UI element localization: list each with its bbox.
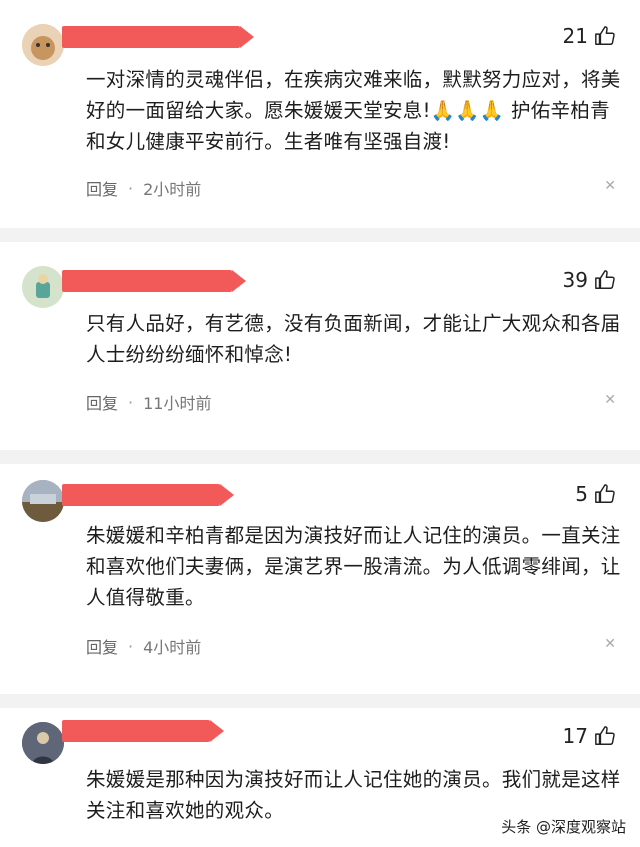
like-count-text: 39 xyxy=(562,268,588,292)
comment-text: 一对深情的灵魂伴侣，在疾病灾难来临，默默努力应对，将美好的一面留给大家。愿朱媛媛… xyxy=(86,68,621,153)
reply-button[interactable]: 回复 xyxy=(86,390,118,414)
redacted-username xyxy=(62,484,234,506)
divider xyxy=(0,694,640,708)
like-count[interactable]: 39 xyxy=(563,268,616,292)
comment-2: 39 只有人品好，有艺德，没有负面新闻，才能让广大观众和各届人士纷纷纷缅怀和悼念… xyxy=(0,242,640,450)
like-count[interactable]: 21 xyxy=(563,24,616,48)
redacted-username xyxy=(62,26,254,48)
thumbs-up-icon[interactable] xyxy=(594,725,616,747)
comment-meta: 回复 · 4小时前 xyxy=(86,634,201,658)
meta-separator: · xyxy=(128,636,134,656)
like-count-text: 5 xyxy=(575,482,588,506)
comment-1: 21 一对深情的灵魂伴侣，在疾病灾难来临，默默努力应对，将美好的一面留给大家。愿… xyxy=(0,0,640,228)
comment-3: 5 朱媛媛和辛柏青都是因为演技好而让人记住的演员。一直关注和喜欢他们夫妻俩，是演… xyxy=(0,464,640,704)
meta-separator: · xyxy=(128,178,134,198)
close-icon[interactable]: ✕ xyxy=(604,392,616,408)
avatar[interactable] xyxy=(22,480,64,522)
like-count-text: 17 xyxy=(562,724,588,748)
redacted-username xyxy=(62,720,224,742)
like-count[interactable]: 17 xyxy=(563,724,616,748)
meta-separator: · xyxy=(128,392,134,412)
redacted-username xyxy=(62,270,246,292)
close-icon[interactable]: ✕ xyxy=(604,636,616,652)
reply-button[interactable]: 回复 xyxy=(86,634,118,658)
like-count[interactable]: 5 xyxy=(575,482,616,506)
avatar[interactable] xyxy=(22,24,64,66)
divider xyxy=(0,450,640,464)
thumbs-up-icon[interactable] xyxy=(594,269,616,291)
watermark-text: 头条 @深度观察站 xyxy=(501,818,626,836)
watermark: 头条 @深度观察站 xyxy=(501,816,626,837)
thumbs-up-icon[interactable] xyxy=(594,483,616,505)
thumbs-up-icon[interactable] xyxy=(594,25,616,47)
timestamp: 2小时前 xyxy=(143,180,202,199)
comment-meta: 回复 · 11小时前 xyxy=(86,390,211,414)
timestamp: 11小时前 xyxy=(143,394,212,413)
avatar[interactable] xyxy=(22,722,64,764)
reply-button[interactable]: 回复 xyxy=(86,176,118,200)
comment-text: 只有人品好，有艺德，没有负面新闻，才能让广大观众和各届人士纷纷纷缅怀和悼念! xyxy=(86,312,621,366)
comment-text: 朱媛媛和辛柏青都是因为演技好而让人记住的演员。一直关注和喜欢他们夫妻俩，是演艺界… xyxy=(86,524,621,609)
avatar[interactable] xyxy=(22,266,64,308)
close-icon[interactable]: ✕ xyxy=(604,178,616,194)
timestamp: 4小时前 xyxy=(143,638,202,657)
like-count-text: 21 xyxy=(562,24,588,48)
comment-meta: 回复 · 2小时前 xyxy=(86,176,201,200)
divider xyxy=(0,228,640,242)
